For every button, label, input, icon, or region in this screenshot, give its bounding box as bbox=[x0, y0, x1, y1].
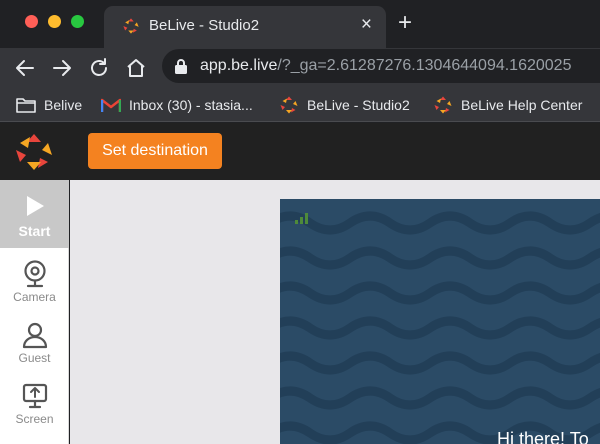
close-tab-icon[interactable]: × bbox=[361, 14, 372, 36]
browser-tab[interactable]: BeLive - Studio2 × bbox=[104, 6, 386, 48]
bookmark-label: Belive bbox=[44, 97, 83, 113]
person-icon bbox=[22, 322, 48, 349]
stage-greeting: Hi there! To bbox=[497, 429, 589, 444]
bookmark-belive-studio[interactable]: BeLive - Studio2 bbox=[279, 95, 410, 115]
studio-sidebar: Start Camera Guest Screen bbox=[0, 180, 69, 444]
reload-icon[interactable] bbox=[87, 56, 111, 80]
forward-icon[interactable] bbox=[50, 56, 74, 80]
tab-title: BeLive - Studio2 bbox=[149, 17, 260, 34]
bookmark-gmail-inbox[interactable]: Inbox (30) - stasia... bbox=[101, 95, 253, 115]
lock-icon bbox=[175, 59, 187, 74]
sidebar-item-camera[interactable]: Camera bbox=[0, 252, 69, 313]
minimize-window-button[interactable] bbox=[48, 15, 61, 28]
bookmark-belive-folder[interactable]: Belive bbox=[16, 95, 82, 115]
screen-share-icon bbox=[22, 383, 48, 409]
back-icon[interactable] bbox=[13, 56, 37, 80]
sidebar-item-screen[interactable]: Screen bbox=[0, 374, 69, 435]
browser-titlebar: BeLive - Studio2 × + bbox=[0, 0, 600, 48]
url-text: app.be.live/?_ga=2.61287276.1304644094.1… bbox=[200, 57, 571, 75]
folder-icon bbox=[16, 98, 36, 113]
bookmark-label: Inbox (30) - stasia... bbox=[129, 97, 253, 113]
play-icon bbox=[27, 196, 44, 216]
bookmark-label: BeLive - Studio2 bbox=[307, 97, 410, 113]
bookmark-label: BeLive Help Center bbox=[461, 97, 583, 113]
sidebar-item-label: Screen bbox=[15, 412, 54, 426]
close-window-button[interactable] bbox=[25, 15, 38, 28]
sidebar-item-label: Camera bbox=[13, 290, 56, 304]
sidebar-item-start[interactable]: Start bbox=[0, 180, 69, 248]
sidebar-item-label: Guest bbox=[18, 351, 51, 365]
belive-logo-icon bbox=[434, 96, 452, 114]
browser-toolbar: app.be.live/?_ga=2.61287276.1304644094.1… bbox=[0, 48, 600, 88]
webcam-icon bbox=[24, 260, 46, 288]
url-query: /?_ga=2.61287276.1304644094.1620025 bbox=[277, 57, 572, 74]
bookmarks-bar: Belive Inbox (30) - stasia... BeLive - S… bbox=[0, 88, 600, 122]
gmail-icon bbox=[101, 98, 121, 112]
url-host: app.be.live bbox=[200, 57, 278, 74]
home-icon[interactable] bbox=[124, 56, 148, 80]
set-destination-button[interactable]: Set destination bbox=[88, 133, 222, 169]
sidebar-item-label: Start bbox=[18, 223, 51, 239]
maximize-window-button[interactable] bbox=[71, 15, 84, 28]
belive-logo-icon bbox=[280, 96, 298, 114]
signal-strength-icon bbox=[295, 213, 308, 224]
belive-logo-icon bbox=[123, 18, 139, 34]
wave-pattern bbox=[280, 211, 600, 444]
bookmark-belive-help[interactable]: BeLive Help Center bbox=[433, 95, 582, 115]
belive-logo-icon[interactable] bbox=[14, 132, 54, 172]
app-header: Set destination bbox=[0, 123, 600, 180]
stage-canvas[interactable]: Hi there! To bbox=[280, 199, 600, 444]
new-tab-button[interactable]: + bbox=[398, 11, 412, 35]
address-bar[interactable]: app.be.live/?_ga=2.61287276.1304644094.1… bbox=[162, 49, 600, 83]
sidebar-item-guest[interactable]: Guest bbox=[0, 313, 69, 374]
